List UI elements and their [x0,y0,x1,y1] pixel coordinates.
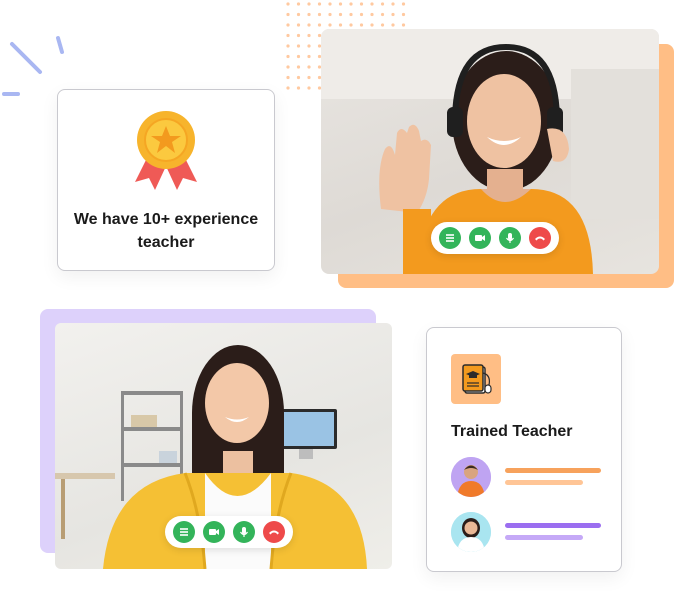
teacher-row[interactable] [451,512,601,552]
camera-icon [209,529,219,535]
experience-text: We have 10+ experience teacher [73,211,259,251]
microphone-icon [240,527,248,537]
end-call-button[interactable] [529,227,551,249]
camera-icon [475,235,485,241]
placeholder-line [505,535,583,540]
teacher-avatar-2 [451,512,491,552]
microphone-icon [506,233,514,243]
teacher-row[interactable] [451,457,601,497]
end-call-button[interactable] [263,521,285,543]
placeholder-line [505,468,601,473]
call-controls-1 [431,222,559,254]
video-call-panel-2 [55,323,392,569]
experience-card: We have 10+ experience teacher [57,89,275,271]
end-call-icon [535,236,545,241]
chat-icon [180,528,188,536]
call-controls-2 [165,516,293,548]
card-title: Trained Teacher [451,423,573,440]
teacher-avatar-1 [451,457,491,497]
chat-icon [446,234,454,242]
placeholder-line [505,480,583,485]
microphone-button[interactable] [499,227,521,249]
chat-button[interactable] [439,227,461,249]
award-ribbon-icon [135,111,197,190]
chat-button[interactable] [173,521,195,543]
camera-button[interactable] [469,227,491,249]
placeholder-line [505,523,601,528]
book-tile [451,354,501,404]
end-call-icon [269,530,279,535]
microphone-button[interactable] [233,521,255,543]
trained-teacher-card: Trained Teacher [426,327,622,572]
book-icon [462,364,492,394]
video-call-panel-1 [321,29,659,274]
camera-button[interactable] [203,521,225,543]
